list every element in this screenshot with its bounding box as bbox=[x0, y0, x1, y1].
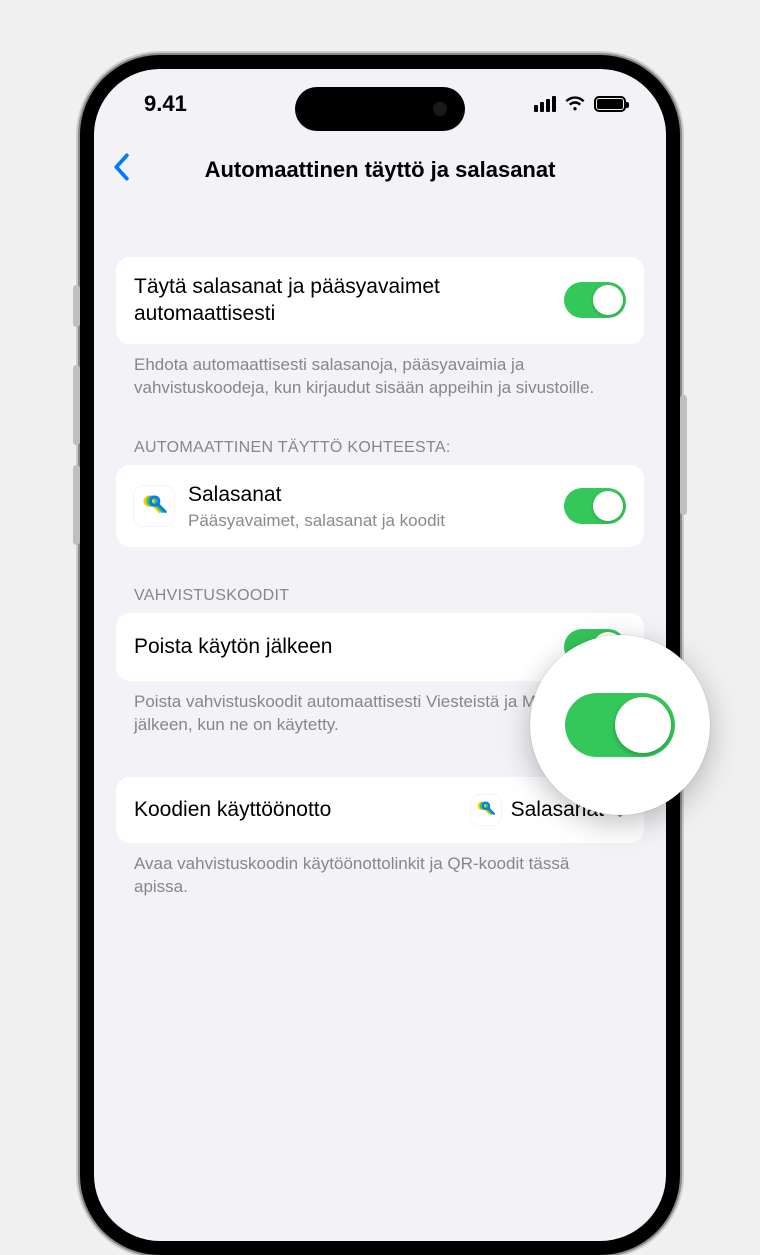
power-button bbox=[680, 395, 687, 515]
page-title: Automaattinen täyttö ja salasanat bbox=[94, 157, 666, 183]
back-button[interactable] bbox=[112, 153, 130, 187]
passwords-app-icon bbox=[134, 486, 174, 526]
delete-after-use-toggle-magnified bbox=[565, 693, 675, 757]
wifi-icon bbox=[564, 96, 586, 112]
mute-switch bbox=[73, 285, 80, 327]
autofill-passwords-row: Täytä salasanat ja pääsyavaimet automaat… bbox=[116, 257, 644, 344]
volume-down-button bbox=[73, 465, 80, 545]
autofill-from-group: AUTOMAATTINEN TÄYTTÖ KOHTEESTA: bbox=[116, 439, 644, 546]
passwords-app-row: Salasanat Pääsyavaimet, salasanat ja koo… bbox=[116, 465, 644, 546]
cellular-icon bbox=[534, 96, 556, 112]
autofill-from-header: AUTOMAATTINEN TÄYTTÖ KOHTEESTA: bbox=[116, 439, 644, 465]
volume-up-button bbox=[73, 365, 80, 445]
delete-after-use-label: Poista käytön jälkeen bbox=[134, 633, 550, 660]
autofill-passwords-label: Täytä salasanat ja pääsyavaimet automaat… bbox=[134, 273, 550, 328]
autofill-passwords-toggle[interactable] bbox=[564, 282, 626, 318]
passwords-app-subtitle: Pääsyavaimet, salasanat ja koodit bbox=[188, 511, 550, 531]
verification-codes-header: VAHVISTUSKOODIT bbox=[116, 587, 644, 613]
passwords-app-title: Salasanat bbox=[188, 481, 550, 508]
passwords-app-toggle[interactable] bbox=[564, 488, 626, 524]
nav-bar: Automaattinen täyttö ja salasanat bbox=[94, 139, 666, 207]
autofill-passwords-footer: Ehdota automaattisesti salasanoja, pääsy… bbox=[116, 344, 644, 400]
codes-setup-label: Koodien käyttöönotto bbox=[134, 798, 461, 822]
status-time: 9.41 bbox=[144, 91, 187, 117]
autofill-main-group: Täytä salasanat ja pääsyavaimet automaat… bbox=[116, 257, 644, 399]
dynamic-island bbox=[295, 87, 465, 131]
codes-setup-footer: Avaa vahvistuskoodin käytöönottolinkit j… bbox=[116, 843, 644, 899]
passwords-app-icon bbox=[471, 795, 501, 825]
magnified-toggle-callout bbox=[530, 635, 710, 815]
battery-icon bbox=[594, 96, 626, 112]
